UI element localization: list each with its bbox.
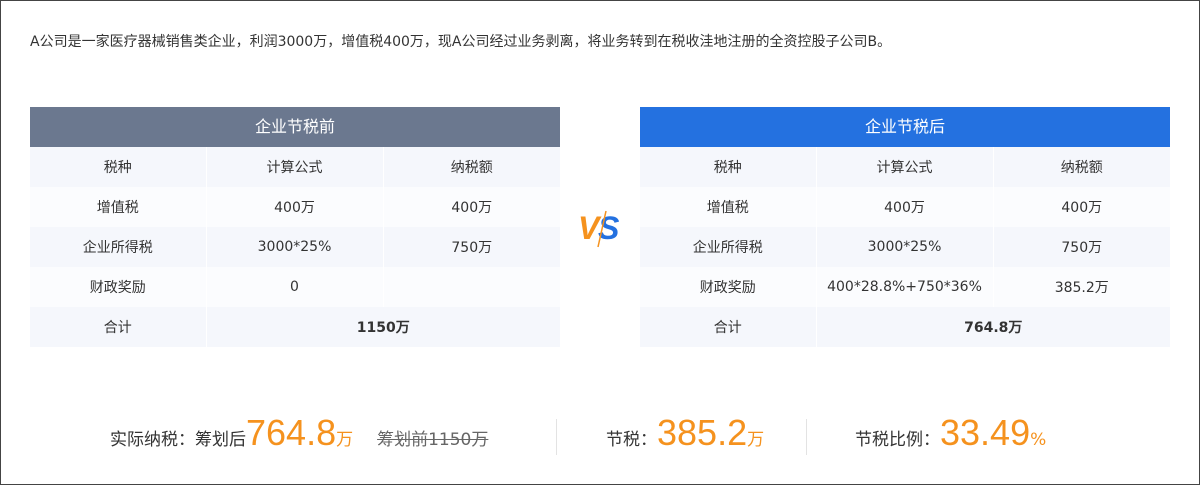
tax-type-cell: 增值税 [30, 187, 207, 227]
saving-ratio-value: 33.49 [940, 412, 1031, 453]
header-cell-tax-type: 税种 [640, 147, 817, 187]
before-tax-strikethrough: 筹划前1150万 [377, 430, 489, 450]
svg-text:S: S [598, 210, 620, 246]
saving-ratio-summary: 节税比例：33.49% [855, 412, 1046, 462]
total-label-cell: 合计 [640, 307, 817, 347]
actual-tax-unit: 万 [336, 430, 354, 450]
before-tax-table: 企业节税前 税种 计算公式 纳税额 增值税 400万 400万 企业所得税 30… [30, 107, 560, 347]
formula-cell: 400万 [206, 187, 384, 227]
table-row: 财政奖励 400*28.8%+750*36% 385.2万 [640, 267, 1170, 307]
header-cell-formula: 计算公式 [816, 147, 994, 187]
actual-tax-value: 764.8 [246, 412, 337, 453]
tax-saved-summary: 节税：385.2万 [606, 412, 764, 462]
actual-tax-summary: 实际纳税：筹划后764.8万 筹划前1150万 [110, 412, 488, 462]
tax-type-cell: 企业所得税 [640, 227, 817, 267]
amount-cell: 750万 [993, 227, 1170, 267]
summary-divider [806, 419, 807, 455]
after-table-title: 企业节税后 [640, 107, 1170, 147]
table-row: 企业所得税 3000*25% 750万 [640, 227, 1170, 267]
after-tax-table: 企业节税后 税种 计算公式 纳税额 增值税 400万 400万 企业所得税 30… [640, 107, 1170, 347]
header-cell-amount: 纳税额 [993, 147, 1170, 187]
table-row: 增值税 400万 400万 [30, 187, 560, 227]
formula-cell: 400*28.8%+750*36% [816, 267, 994, 307]
total-label-cell: 合计 [30, 307, 207, 347]
vs-badge: V S [577, 203, 627, 253]
saving-ratio-label: 节税比例： [855, 430, 940, 450]
formula-cell: 0 [206, 267, 384, 307]
table-row: 企业所得税 3000*25% 750万 [30, 227, 560, 267]
tax-saved-value: 385.2 [657, 412, 748, 453]
intro-text: A公司是一家医疗器械销售类企业，利润3000万，增值税400万，现A公司经过业务… [30, 34, 892, 50]
header-cell-tax-type: 税种 [30, 147, 207, 187]
total-row: 合计 1150万 [30, 307, 560, 347]
vs-icon: V S [578, 210, 620, 248]
total-row: 合计 764.8万 [640, 307, 1170, 347]
table-row: 财政奖励 0 [30, 267, 560, 307]
formula-cell: 3000*25% [206, 227, 384, 267]
amount-cell: 400万 [383, 187, 560, 227]
actual-tax-label: 实际纳税：筹划后 [110, 430, 246, 450]
before-table-grid: 税种 计算公式 纳税额 增值税 400万 400万 企业所得税 3000*25%… [30, 147, 560, 347]
saving-ratio-unit: % [1030, 430, 1047, 450]
tax-type-cell: 企业所得税 [30, 227, 207, 267]
total-value-cell: 1150万 [206, 307, 560, 347]
tax-type-cell: 财政奖励 [640, 267, 817, 307]
header-cell-formula: 计算公式 [206, 147, 384, 187]
total-value-cell: 764.8万 [816, 307, 1170, 347]
formula-cell: 400万 [816, 187, 994, 227]
table-header-row: 税种 计算公式 纳税额 [30, 147, 560, 187]
before-table-title: 企业节税前 [30, 107, 560, 147]
amount-cell: 385.2万 [993, 267, 1170, 307]
amount-cell [383, 267, 560, 307]
tax-saved-unit: 万 [747, 430, 765, 450]
tax-saved-label: 节税： [606, 430, 657, 450]
summary-bar: 实际纳税：筹划后764.8万 筹划前1150万 节税：385.2万 节税比例：33… [0, 412, 1200, 462]
table-header-row: 税种 计算公式 纳税额 [640, 147, 1170, 187]
tax-type-cell: 增值税 [640, 187, 817, 227]
formula-cell: 3000*25% [816, 227, 994, 267]
header-cell-amount: 纳税额 [383, 147, 560, 187]
after-table-grid: 税种 计算公式 纳税额 增值税 400万 400万 企业所得税 3000*25%… [640, 147, 1170, 347]
amount-cell: 750万 [383, 227, 560, 267]
tax-type-cell: 财政奖励 [30, 267, 207, 307]
summary-divider [556, 419, 557, 455]
table-row: 增值税 400万 400万 [640, 187, 1170, 227]
amount-cell: 400万 [993, 187, 1170, 227]
